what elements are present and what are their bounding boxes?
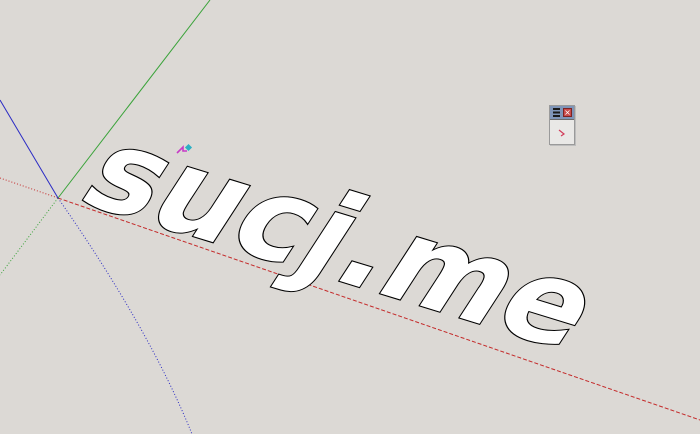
grip-icon[interactable]: [553, 108, 560, 117]
close-icon[interactable]: ×: [563, 108, 572, 117]
red-axis-line-negative: [0, 177, 59, 199]
arrow-tool-icon: [558, 129, 566, 137]
3d-text-group[interactable]: sucj.me: [58, 104, 628, 376]
modeling-viewport[interactable]: sucj.me ×: [0, 0, 700, 434]
green-axis-line-negative: [0, 197, 59, 276]
3d-scene-canvas[interactable]: sucj.me: [0, 0, 700, 434]
floating-toolbar[interactable]: ×: [549, 105, 575, 145]
3d-text-model[interactable]: sucj.me: [58, 104, 628, 376]
arrow-tool-button[interactable]: [553, 123, 571, 141]
blue-axis-line: [0, 99, 59, 199]
toolbar-titlebar[interactable]: ×: [550, 106, 574, 120]
